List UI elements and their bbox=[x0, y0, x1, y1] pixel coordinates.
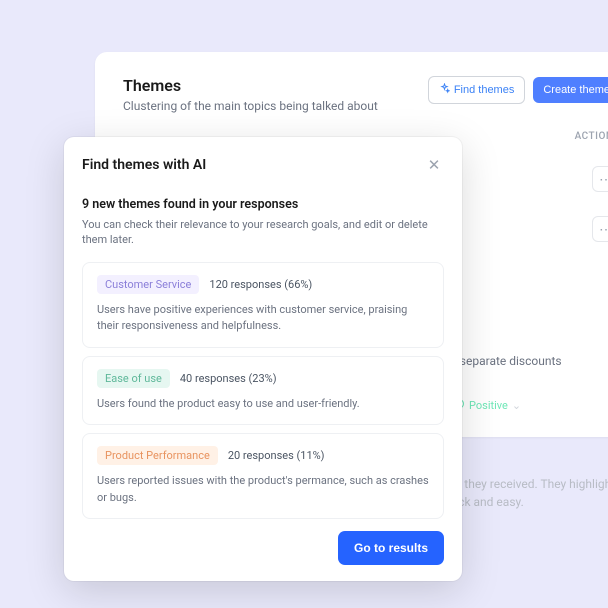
theme-card[interactable]: Product Performance 20 responses (11%) U… bbox=[82, 433, 444, 519]
theme-card[interactable]: Customer Service 120 responses (66%) Use… bbox=[82, 262, 444, 348]
theme-stat: 20 responses (11%) bbox=[228, 449, 325, 462]
theme-description: Users have positive experiences with cus… bbox=[97, 302, 429, 335]
dots-icon: ⋯ bbox=[599, 221, 608, 238]
modal-heading: 9 new themes found in your responses bbox=[82, 197, 444, 212]
row-actions-button[interactable]: ⋯ bbox=[592, 216, 608, 242]
sentiment-label: Positive bbox=[469, 399, 508, 412]
panel-title: Themes bbox=[123, 76, 378, 95]
theme-badge: Product Performance bbox=[97, 446, 218, 465]
find-themes-button[interactable]: Find themes bbox=[428, 76, 526, 104]
theme-badge: Customer Service bbox=[97, 275, 199, 294]
sparkle-icon bbox=[439, 83, 450, 97]
sentiment-badge[interactable]: Positive ⌄ bbox=[453, 398, 608, 413]
modal-subtext: You can check their relevance to your re… bbox=[82, 217, 444, 248]
theme-description: Users reported issues with the product's… bbox=[97, 473, 429, 506]
panel-header: Themes Clustering of the main topics bei… bbox=[123, 76, 608, 113]
create-theme-button[interactable]: Create theme bbox=[533, 77, 608, 103]
dots-icon: ⋯ bbox=[599, 171, 608, 188]
chevron-down-icon: ⌄ bbox=[512, 399, 521, 412]
close-icon: ✕ bbox=[428, 156, 441, 174]
find-themes-modal: Find themes with AI ✕ 9 new themes found… bbox=[64, 137, 462, 581]
theme-badge: Ease of use bbox=[97, 369, 170, 388]
find-themes-label: Find themes bbox=[454, 84, 515, 96]
theme-stat: 40 responses (23%) bbox=[180, 372, 277, 385]
theme-description: Users found the product easy to use and … bbox=[97, 396, 429, 413]
row-actions-button[interactable]: ⋯ bbox=[592, 166, 608, 192]
theme-stat: 120 responses (66%) bbox=[209, 278, 312, 291]
close-button[interactable]: ✕ bbox=[424, 155, 444, 175]
go-to-results-button[interactable]: Go to results bbox=[338, 531, 444, 565]
panel-subtitle: Clustering of the main topics being talk… bbox=[123, 99, 378, 113]
theme-card[interactable]: Ease of use 40 responses (23%) Users fou… bbox=[82, 356, 444, 426]
modal-title: Find themes with AI bbox=[82, 157, 206, 173]
